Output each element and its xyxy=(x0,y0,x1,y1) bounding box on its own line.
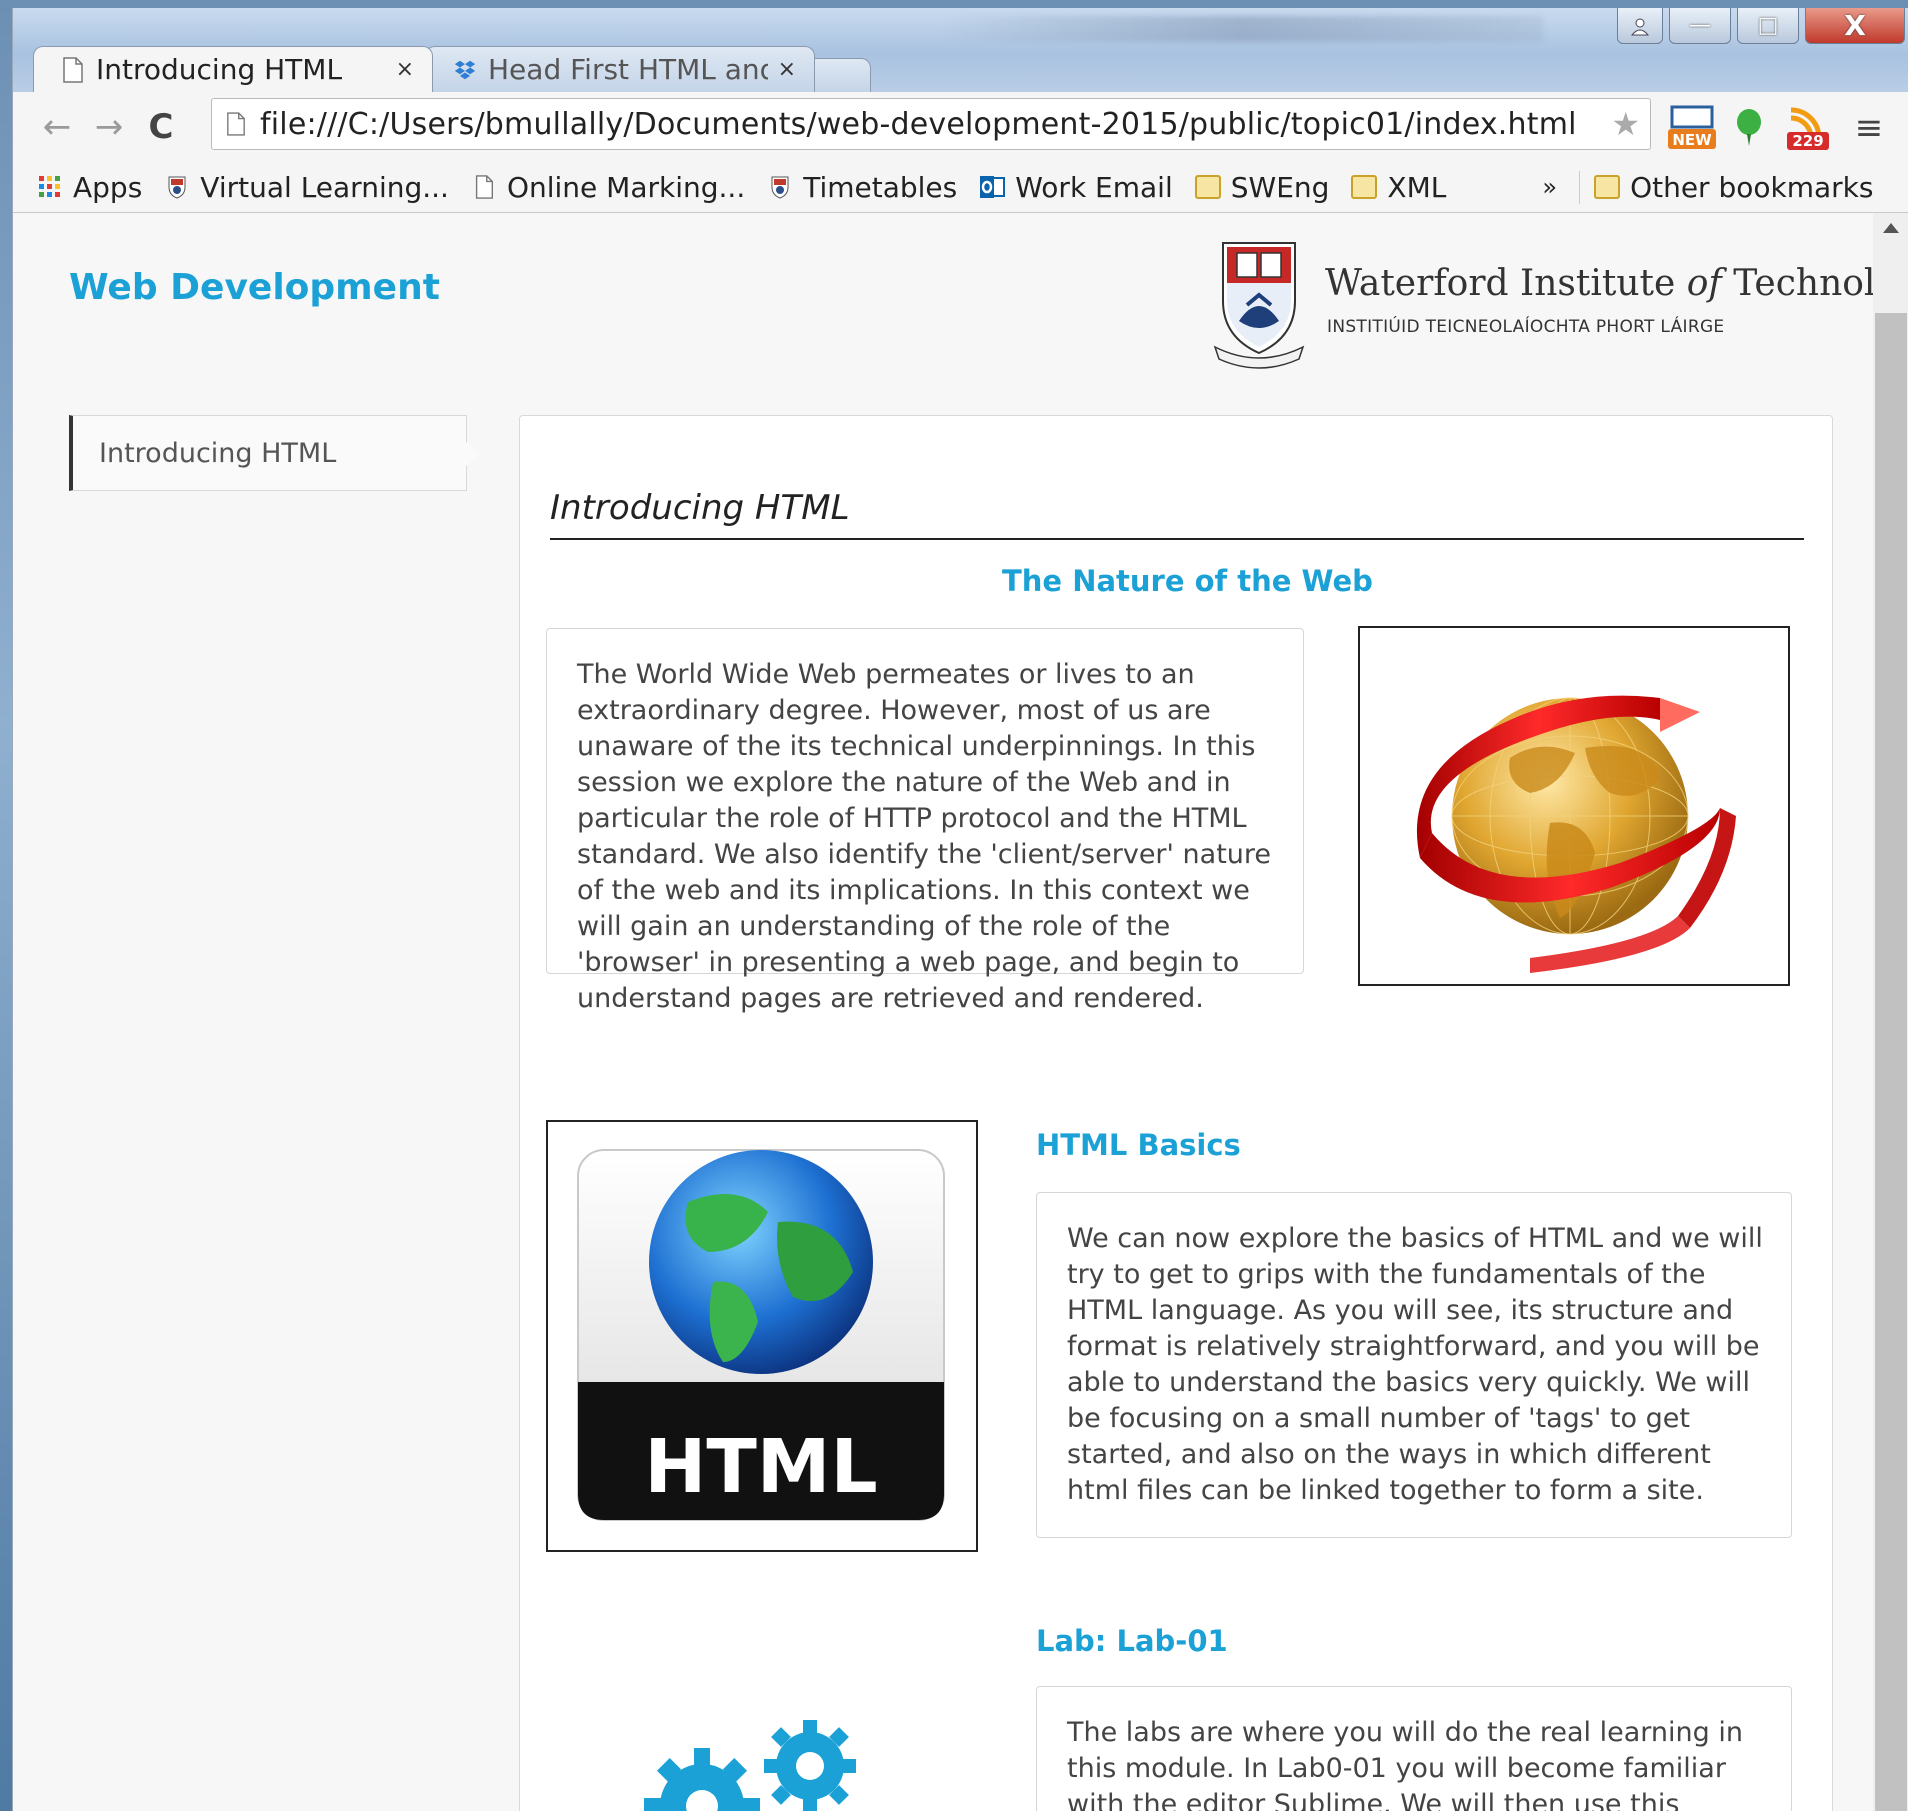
rss-icon: 229 xyxy=(1787,107,1829,150)
chevron-double-right-icon: » xyxy=(1542,173,1558,201)
extension-evernote-button[interactable] xyxy=(1729,104,1769,152)
page-icon xyxy=(63,56,83,83)
tab-close-button[interactable]: × xyxy=(396,57,414,82)
rss-count: 229 xyxy=(1792,132,1823,150)
bookmarks-bar: Apps Virtual Learning... Online Marking.… xyxy=(13,162,1908,213)
wit-crest-icon xyxy=(771,176,789,199)
scroll-up-arrow-icon[interactable] xyxy=(1883,223,1899,233)
extension-rss-button[interactable]: 229 xyxy=(1783,104,1833,152)
page-icon xyxy=(475,175,493,199)
address-bar[interactable]: file:///C:/Users/bmullally/Documents/web… xyxy=(211,98,1651,150)
green-pin-icon xyxy=(1737,109,1761,146)
bookmark-apps[interactable]: Apps xyxy=(37,171,142,204)
bookmark-label: Online Marking... xyxy=(506,170,746,204)
outlook-icon xyxy=(980,176,1006,198)
tab-label: Introducing HTML xyxy=(96,53,343,86)
bookmark-virtual-learning[interactable]: Virtual Learning... xyxy=(164,171,449,204)
bookmark-online-marking[interactable]: Online Marking... xyxy=(471,171,745,204)
new-badge-icon: NEW xyxy=(1668,105,1716,149)
back-arrow-icon: ← xyxy=(42,107,72,147)
forward-arrow-icon: → xyxy=(94,107,124,147)
globe-arrow-image xyxy=(1358,626,1790,986)
title-divider xyxy=(550,538,1804,540)
wit-crest-icon xyxy=(168,176,186,199)
profile-icon xyxy=(1630,18,1650,35)
bookmark-folder-xml[interactable]: XML xyxy=(1351,171,1446,204)
tab-label: Head First HTML and xyxy=(488,53,768,86)
bookmark-label: XML xyxy=(1387,170,1447,204)
url-text: file:///C:/Users/bmullally/Documents/web… xyxy=(260,106,1577,142)
folder-icon xyxy=(1594,175,1621,199)
back-button[interactable]: ← xyxy=(31,101,83,153)
section-title-html-basics[interactable]: HTML Basics xyxy=(1036,1128,1241,1162)
bookmark-label: Timetables xyxy=(803,170,958,204)
globe-arrow-illustration xyxy=(1416,695,1736,973)
scrollbar-thumb[interactable] xyxy=(1875,313,1907,1811)
tab-close-button[interactable]: × xyxy=(778,57,796,82)
tab-strip: — □ X Introducing HTML × Head First HTML… xyxy=(13,8,1908,92)
section-title-nature-of-web[interactable]: The Nature of the Web xyxy=(1002,564,1373,598)
institute-subtitle: INSTITIÚID TEICNEOLAÍOCHTA PHORT LÁIRGE xyxy=(1327,317,1725,337)
apps-grid-icon xyxy=(39,176,60,197)
vertical-scrollbar[interactable] xyxy=(1873,213,1908,1811)
bookmark-label: Virtual Learning... xyxy=(200,170,449,204)
section-text-nature-of-web: The World Wide Web permeates or lives to… xyxy=(546,628,1304,1014)
browser-toolbar: ← → C file:///C:/Users/bmullally/Documen… xyxy=(13,92,1908,162)
menu-button[interactable]: ≡ xyxy=(1849,104,1889,152)
maximize-button[interactable]: □ xyxy=(1737,8,1799,44)
bookmark-label: Apps xyxy=(73,170,143,204)
bookmark-folder-sweng[interactable]: SWEng xyxy=(1194,170,1330,204)
close-window-button[interactable]: X xyxy=(1805,8,1905,44)
forward-button[interactable]: → xyxy=(83,101,135,153)
institute-name-part: Waterford Institute xyxy=(1325,263,1687,304)
page-title: Introducing HTML xyxy=(550,488,850,528)
html-badge-image: HTML xyxy=(546,1120,978,1552)
minimize-button[interactable]: — xyxy=(1669,8,1731,44)
folder-icon xyxy=(1194,175,1221,199)
other-bookmarks-label: Other bookmarks xyxy=(1630,170,1874,204)
window-title-blur xyxy=(943,16,1543,42)
tab-introducing-html[interactable]: Introducing HTML × xyxy=(33,46,433,92)
browser-window: — □ X Introducing HTML × Head First HTML… xyxy=(12,8,1908,1811)
main-content-panel: Introducing HTML The Nature of the Web T… xyxy=(519,415,1833,1811)
institute-name-part: Technology xyxy=(1733,263,1873,304)
folder-icon xyxy=(1351,175,1378,199)
reload-button[interactable]: C xyxy=(135,101,187,153)
new-badge-text: NEW xyxy=(1672,131,1712,149)
section-title-lab-01[interactable]: Lab: Lab-01 xyxy=(1036,1624,1228,1658)
bookmark-timetables[interactable]: Timetables xyxy=(767,171,957,204)
institute-name-of: of xyxy=(1686,263,1722,304)
profile-button[interactable] xyxy=(1617,8,1663,44)
bookmark-label: Work Email xyxy=(1015,170,1173,204)
page-icon xyxy=(227,112,245,136)
bookmark-label: SWEng xyxy=(1230,170,1330,204)
window-controls: — □ X xyxy=(1617,8,1905,48)
bookmark-star-icon[interactable]: ★ xyxy=(1611,105,1640,143)
hamburger-menu-icon: ≡ xyxy=(1854,108,1884,148)
extension-new-button[interactable]: NEW xyxy=(1665,104,1719,152)
html-globe-illustration: HTML xyxy=(577,1149,945,1521)
html-badge-label: HTML xyxy=(644,1424,877,1510)
section-text-html-basics: We can now explore the basics of HTML an… xyxy=(1036,1192,1792,1538)
bookmark-work-email[interactable]: Work Email xyxy=(979,171,1173,204)
other-bookmarks-folder[interactable]: Other bookmarks xyxy=(1579,170,1874,204)
bookmarks-overflow-button[interactable]: » xyxy=(1542,173,1557,201)
new-tab-button[interactable] xyxy=(807,58,871,92)
reload-icon: C xyxy=(148,107,174,147)
institute-name: Waterford Institute of Technology xyxy=(1325,263,1873,304)
sidebar-item-introducing-html[interactable]: Introducing HTML xyxy=(69,415,480,491)
section-text-lab-01: The labs are where you will do the real … xyxy=(1036,1686,1792,1811)
web-page: Web Development Waterford Institute of T… xyxy=(13,213,1873,1811)
tab-head-first-html[interactable]: Head First HTML and × xyxy=(425,46,815,92)
gears-icon xyxy=(644,1720,856,1811)
site-brand-link[interactable]: Web Development xyxy=(69,267,440,308)
wit-crest-logo xyxy=(1213,242,1305,369)
dropbox-icon xyxy=(454,60,476,79)
